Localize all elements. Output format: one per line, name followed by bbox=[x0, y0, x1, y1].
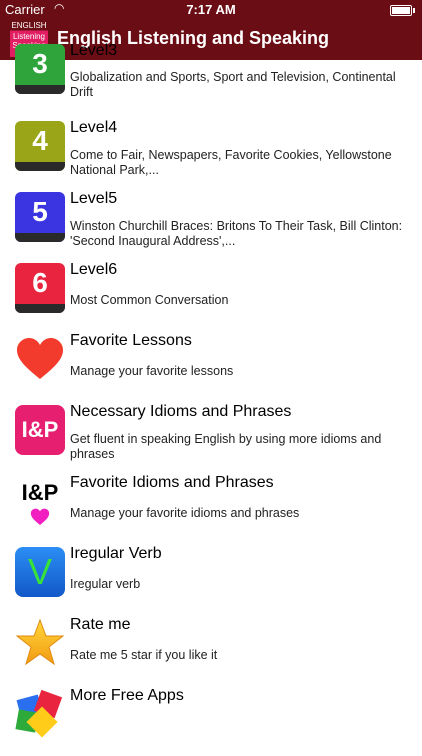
favorite-idioms-icon-text: I&P bbox=[21, 480, 59, 505]
list-item-subtitle: Most Common Conversation bbox=[70, 293, 229, 307]
list-item-title: Favorite Lessons bbox=[70, 332, 192, 349]
star-icon bbox=[15, 618, 65, 668]
list-item-level4[interactable]: 4 Level4 Come to Fair, Newspapers, Favor… bbox=[0, 117, 422, 188]
level-number: 3 bbox=[32, 48, 48, 79]
list-item-more-apps[interactable]: More Free Apps bbox=[0, 685, 422, 756]
level-number: 5 bbox=[32, 196, 48, 227]
list-item-title: Level3 bbox=[70, 42, 118, 59]
verb-icon: V bbox=[15, 547, 65, 597]
favorite-idioms-icon: I&P bbox=[15, 476, 65, 526]
list-item-subtitle: Come to Fair, Newspapers, Favorite Cooki… bbox=[70, 148, 392, 177]
logo-line-1: ENGLISH bbox=[11, 21, 47, 30]
list-item-idioms[interactable]: I&P Necessary Idioms and Phrases Get flu… bbox=[0, 401, 422, 472]
heart-icon bbox=[30, 508, 50, 525]
battery-icon bbox=[390, 5, 415, 16]
list-item-favorite-lessons[interactable]: Favorite Lessons Manage your favorite le… bbox=[0, 330, 422, 401]
status-bar: Carrier ◠ 7:17 AM bbox=[0, 0, 422, 20]
level-number: 4 bbox=[32, 125, 48, 156]
list-item-subtitle: Rate me 5 star if you like it bbox=[70, 648, 218, 662]
list-item-rate-me[interactable]: Rate me Rate me 5 star if you like it bbox=[0, 614, 422, 685]
level-6-icon: 6 bbox=[15, 263, 65, 313]
clock: 7:17 AM bbox=[186, 2, 236, 17]
list-item-subtitle: Manage your favorite idioms and phrases bbox=[70, 506, 300, 520]
list-item-title: Level5 bbox=[70, 190, 118, 207]
list-item-title: Iregular Verb bbox=[70, 545, 162, 562]
level-4-icon: 4 bbox=[15, 121, 65, 171]
list-item-irregular-verb[interactable]: V Iregular Verb Iregular verb bbox=[0, 543, 422, 614]
list-item-favorite-idioms[interactable]: I&P Favorite Idioms and Phrases Manage y… bbox=[0, 472, 422, 543]
list-item-level5[interactable]: 5 Level5 Winston Churchill Braces: Brito… bbox=[0, 188, 422, 259]
idioms-icon: I&P bbox=[15, 405, 65, 455]
list-item-title: More Free Apps bbox=[70, 687, 184, 704]
list-item-subtitle: Manage your favorite lessons bbox=[70, 364, 234, 378]
heart-icon bbox=[15, 334, 65, 384]
list-item-subtitle: Winston Churchill Braces: Britons To The… bbox=[70, 219, 403, 248]
level-5-icon: 5 bbox=[15, 192, 65, 242]
list-item-title: Necessary Idioms and Phrases bbox=[70, 403, 292, 420]
list-item-title: Rate me bbox=[70, 616, 131, 633]
list-item-subtitle: Globalization and Sports, Sport and Tele… bbox=[70, 70, 396, 99]
list-item-level3[interactable]: 3 Level3 Globalization and Sports, Sport… bbox=[0, 40, 422, 111]
list-item-title: Favorite Idioms and Phrases bbox=[70, 474, 274, 491]
more-apps-icon bbox=[15, 689, 65, 739]
level-3-icon: 3 bbox=[15, 44, 65, 94]
level-number: 6 bbox=[32, 267, 48, 298]
list-item-title: Level4 bbox=[70, 119, 118, 136]
list-item-level6[interactable]: 6 Level6 Most Common Conversation bbox=[0, 259, 422, 330]
list-item-subtitle: Iregular verb bbox=[70, 577, 141, 591]
list-item-subtitle: Get fluent in speaking English by using … bbox=[70, 432, 382, 461]
list-item-title: Level6 bbox=[70, 261, 118, 278]
